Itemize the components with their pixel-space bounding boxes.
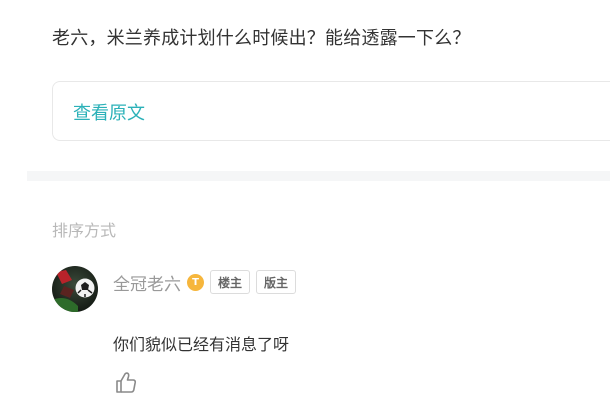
post-card: 老六，米兰养成计划什么时候出？能给透露一下么？ 查看原文 — [27, 0, 610, 171]
level-badge-icon: T — [187, 273, 204, 291]
left-edge-panel — [0, 0, 27, 414]
moderator-badge: 版主 — [256, 270, 297, 294]
like-button[interactable] — [113, 370, 139, 396]
comment-text: 你们貌似已经有消息了呀 — [113, 335, 290, 354]
view-original-link[interactable]: 查看原文 — [73, 99, 145, 125]
sort-order-label[interactable]: 排序方式 — [52, 217, 116, 241]
author-name[interactable]: 全冠老六 — [113, 270, 181, 295]
view-original-box[interactable]: 查看原文 — [52, 81, 610, 141]
thumbs-up-icon — [116, 372, 137, 393]
comments-section: 排序方式 全冠老六 T 楼主 版主 你们貌似已经有消息了呀 — [27, 181, 610, 414]
avatar[interactable] — [52, 266, 98, 312]
comment-header: 全冠老六 T 楼主 版主 — [113, 269, 297, 295]
owner-badge: 楼主 — [210, 270, 251, 294]
post-question: 老六，米兰养成计划什么时候出？能给透露一下么？ — [52, 28, 471, 49]
